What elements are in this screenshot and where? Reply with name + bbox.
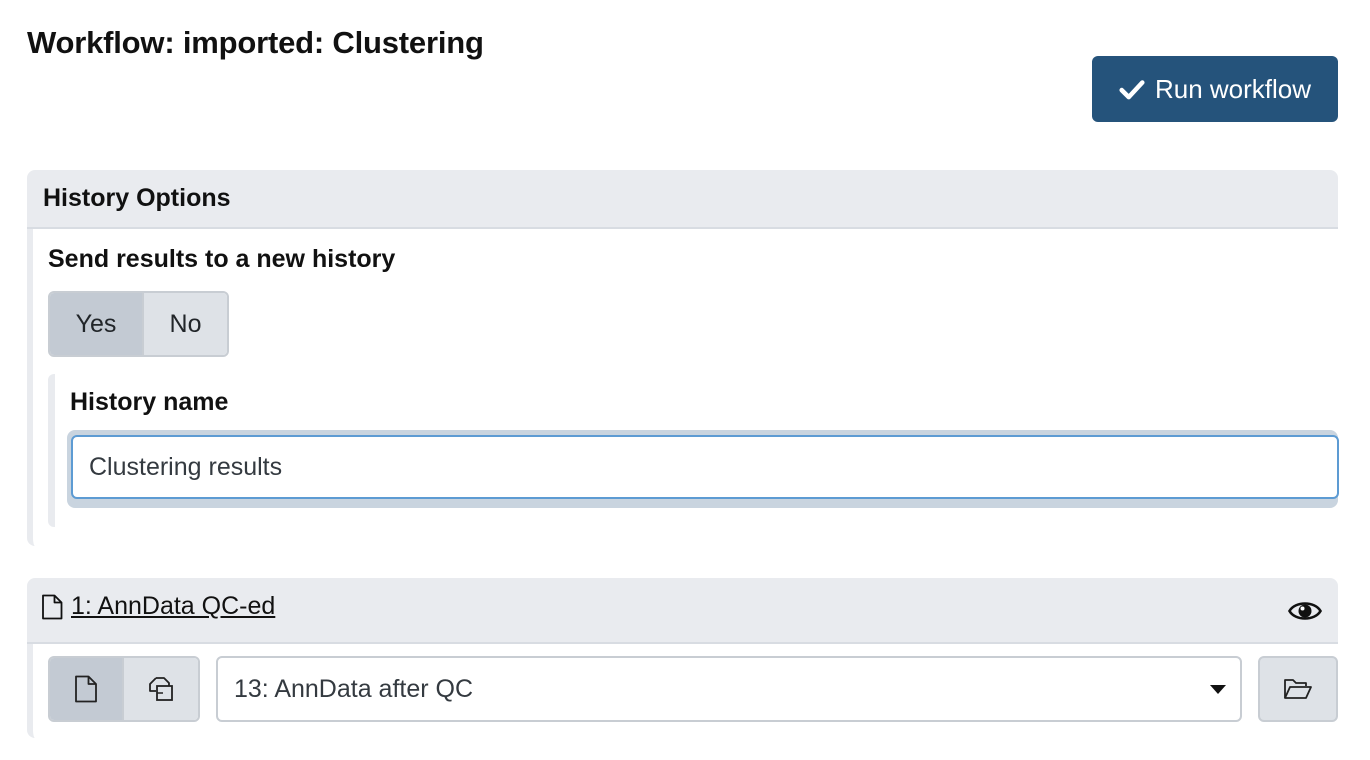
input-mode-group bbox=[48, 656, 200, 722]
history-options-card: History Options Send results to a new hi… bbox=[27, 170, 1339, 546]
input-dataset-title: 1: AnnData QC-ed bbox=[71, 592, 276, 620]
input-dataset-body: 13: AnnData after QC bbox=[27, 644, 1338, 738]
dataset-select[interactable]: 13: AnnData after QC bbox=[216, 656, 1242, 722]
file-icon bbox=[42, 594, 63, 619]
files-icon bbox=[149, 677, 173, 701]
eye-icon[interactable] bbox=[1288, 596, 1322, 626]
multiple-datasets-button[interactable] bbox=[124, 658, 198, 720]
browse-datasets-button[interactable] bbox=[1258, 656, 1338, 722]
page-title: Workflow: imported: Clustering bbox=[27, 25, 484, 60]
input-dataset-header: 1: AnnData QC-ed bbox=[27, 578, 1338, 644]
check-icon bbox=[1119, 80, 1145, 100]
history-name-input[interactable] bbox=[71, 435, 1339, 499]
send-results-toggle: Yes No bbox=[48, 291, 229, 357]
send-results-label: Send results to a new history bbox=[48, 245, 396, 273]
input-dataset-card: 1: AnnData QC-ed 13: AnnData after QC bbox=[27, 578, 1338, 738]
run-workflow-button[interactable]: Run workflow bbox=[1092, 56, 1338, 122]
input-dataset-title-link[interactable]: 1: AnnData QC-ed bbox=[41, 592, 275, 621]
folder-open-icon bbox=[1284, 679, 1312, 699]
run-workflow-label: Run workflow bbox=[1154, 73, 1312, 104]
history-name-label: History name bbox=[70, 388, 229, 416]
toggle-yes-button[interactable]: Yes bbox=[50, 293, 144, 355]
single-dataset-button[interactable] bbox=[50, 658, 124, 720]
toggle-no-button[interactable]: No bbox=[144, 293, 227, 355]
history-options-header: History Options bbox=[27, 170, 1338, 229]
history-name-focus-ring bbox=[67, 430, 1339, 508]
caret-down-icon bbox=[1210, 685, 1226, 694]
file-icon bbox=[75, 675, 97, 703]
history-options-body: Send results to a new history Yes No His… bbox=[27, 229, 1339, 546]
dataset-select-value: 13: AnnData after QC bbox=[234, 674, 474, 703]
history-name-section: History name bbox=[48, 374, 1339, 527]
